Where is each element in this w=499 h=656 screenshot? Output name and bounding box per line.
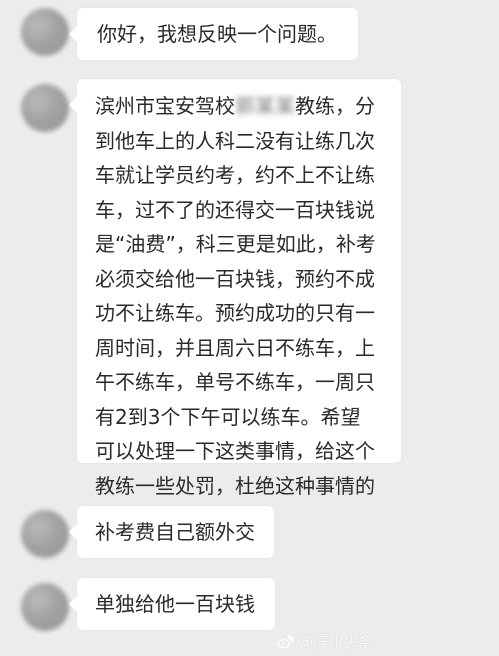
message-text-2-line-7: 功不让练车。预约成功的只有一 [95, 301, 375, 325]
message-text-2-line-4: 车，过不了的还得交一百块钱说 [95, 197, 375, 222]
message-text-2-line-10: 有2到3个下午可以练车。希望 [95, 404, 361, 429]
message-bubble-2[interactable]: 滨州市宝安驾校郭某某教练，分 到他车上的人科二没有让练几次 车就让学员约考，约不… [69, 79, 401, 532]
watermark-text: @滨州头条 [297, 633, 373, 651]
message-text-2-line-1-segment-1: 滨州市宝安驾校 [95, 94, 235, 118]
message-text-2-line-5: 是“油费”，科三更是如此，补考 [95, 232, 376, 256]
weibo-icon [277, 634, 294, 648]
message-text-1: 你好，我想反映一个问题。 [97, 22, 337, 46]
message-text-2-line-6: 必须交给他一百块钱，预约不成 [95, 266, 375, 291]
watermark: @滨州头条 [276, 631, 373, 652]
message-text-2-line-8: 周时间，并且周六日不练车，上 [95, 335, 375, 360]
sender-avatar[interactable] [21, 583, 69, 631]
message-bubble-4[interactable]: 单独给他一百块钱 [69, 578, 275, 630]
message-text-2-line-2: 到他车上的人科二没有让练几次 [95, 128, 375, 153]
chat-screen: 你好，我想反映一个问题。 滨州市宝安驾校郭某某教练，分 到他车上的人科二没有让练… [0, 0, 499, 656]
sender-avatar[interactable] [21, 510, 69, 558]
message-text-2-line-3: 车就让学员约考，约不上不让练 [95, 163, 375, 187]
message-text-2-line-1-segment-3: 教练，分 [295, 94, 375, 118]
message-text-2-line-9: 午不练车，单号不练车，一周只 [95, 370, 375, 394]
message-text-2-line-12: 教练一些处罚，杜绝这种事情的 [95, 473, 375, 498]
sender-avatar[interactable] [21, 84, 69, 132]
message-text-2-line-1: 滨州市宝安驾校郭某某教练，分 [95, 89, 376, 124]
sender-avatar[interactable] [21, 8, 69, 56]
message-text-3: 补考费自己额外交 [95, 520, 255, 544]
message-bubble-1[interactable]: 你好，我想反映一个问题。 [69, 8, 358, 60]
blurred-name: 郭某某 [235, 94, 295, 118]
message-text-4: 单独给他一百块钱 [95, 592, 255, 616]
message-bubble-3[interactable]: 补考费自己额外交 [69, 506, 274, 558]
message-text-2-line-11: 可以处理一下这类事情，给这个 [95, 439, 375, 463]
